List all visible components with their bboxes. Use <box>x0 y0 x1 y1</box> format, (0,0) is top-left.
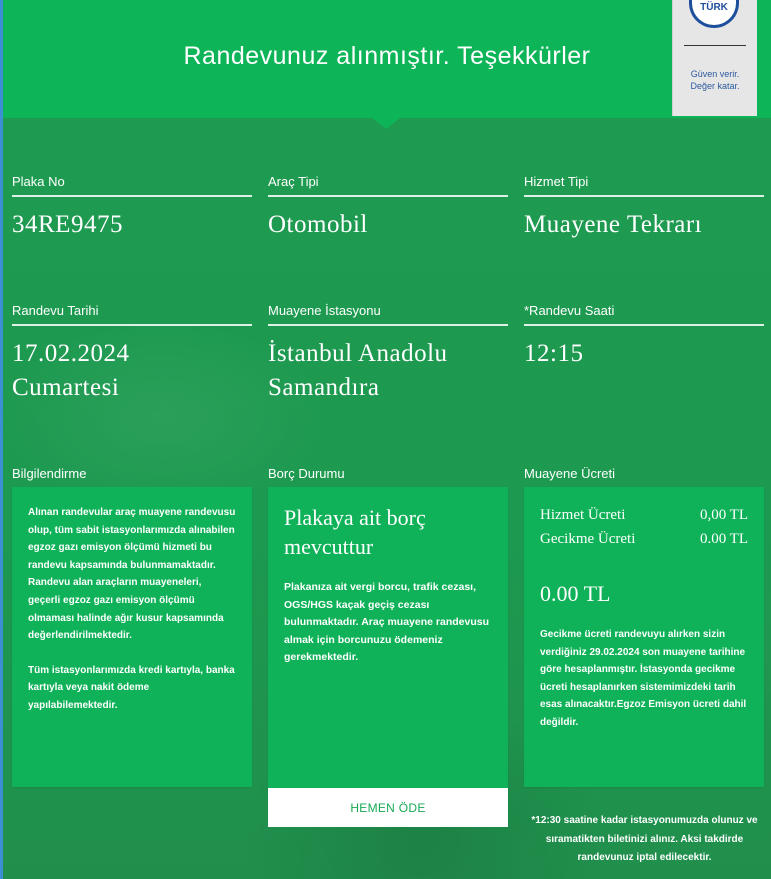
station-label: Muayene İstasyonu <box>268 303 508 326</box>
slogan-line-1: Güven verir. <box>690 69 740 79</box>
plate-value: 34RE9475 <box>12 211 123 238</box>
tuvturk-logo-icon: TÜRK <box>689 0 739 28</box>
date-label: Randevu Tarihi <box>12 303 252 326</box>
debt-label: Borç Durumu <box>268 466 345 481</box>
service-type-label: Hizmet Tipi <box>524 174 764 197</box>
service-fee-value: 0,00 TL <box>699 507 748 523</box>
fee-note: Gecikme ücreti randevuyu alırken sizin v… <box>540 629 747 728</box>
late-fee-label: Gecikme Ücreti <box>540 531 636 547</box>
fee-total: 0.00 TL <box>540 581 611 606</box>
plate-label: Plaka No <box>12 174 252 197</box>
late-fee-value: 0.00 TL <box>699 531 748 547</box>
confirmation-header: Randevunuz alınmıştır. Teşekkürler <box>3 0 771 118</box>
header-pointer <box>372 118 400 129</box>
info-card: Alınan randevular araç muayene randevusu… <box>12 487 252 787</box>
service-fee-row: Hizmet Ücreti 0,00 TL <box>540 507 748 524</box>
time-label: *Randevu Saati <box>524 303 764 326</box>
debt-card: Plakaya ait borç mevcuttur Plakanıza ait… <box>268 487 508 788</box>
service-type-value: Muayene Tekrarı <box>524 211 703 238</box>
vehicle-type-value: Otomobil <box>268 211 368 238</box>
pay-now-button[interactable]: HEMEN ÖDE <box>268 788 508 827</box>
fee-card: Hizmet Ücreti 0,00 TL Gecikme Ücreti 0.0… <box>524 487 764 787</box>
fee-label: Muayene Ücreti <box>524 466 616 481</box>
logo-brand-text: TÜRK <box>700 2 728 13</box>
time-value: 12:15 <box>524 340 584 367</box>
station-value-line-1: İstanbul Anadolu <box>268 340 448 367</box>
logo-divider <box>684 45 746 46</box>
vehicle-type-label: Araç Tipi <box>268 174 508 197</box>
station-value: İstanbul Anadolu Samandıra <box>268 337 448 405</box>
debt-title: Plakaya ait borç mevcuttur <box>284 505 426 559</box>
date-value-date: 17.02.2024 <box>12 340 130 367</box>
logo-slogan: Güven verir. Değer katar. <box>673 68 757 92</box>
date-value-day: Cumartesi <box>12 374 120 401</box>
debt-text: Plakanıza ait vergi borcu, trafik cezası… <box>284 581 490 664</box>
info-paragraph-2: Tüm istasyonlarımızda kredi kartıyla, ba… <box>28 664 235 711</box>
date-value: 17.02.2024 Cumartesi <box>12 337 130 405</box>
brand-logo-panel: TÜRK Güven verir. Değer katar. <box>672 0 757 116</box>
footer-note: *12:30 saatine kadar istasyonumuzda olun… <box>531 815 758 863</box>
info-label: Bilgilendirme <box>12 466 87 481</box>
slogan-line-2: Değer katar. <box>690 81 740 91</box>
info-paragraph-1: Alınan randevular araç muayene randevusu… <box>28 507 236 642</box>
page-title: Randevunuz alınmıştır. Teşekkürler <box>183 42 591 70</box>
late-fee-row: Gecikme Ücreti 0.00 TL <box>540 531 748 548</box>
service-fee-label: Hizmet Ücreti <box>540 507 626 523</box>
station-value-line-2: Samandıra <box>268 374 380 401</box>
